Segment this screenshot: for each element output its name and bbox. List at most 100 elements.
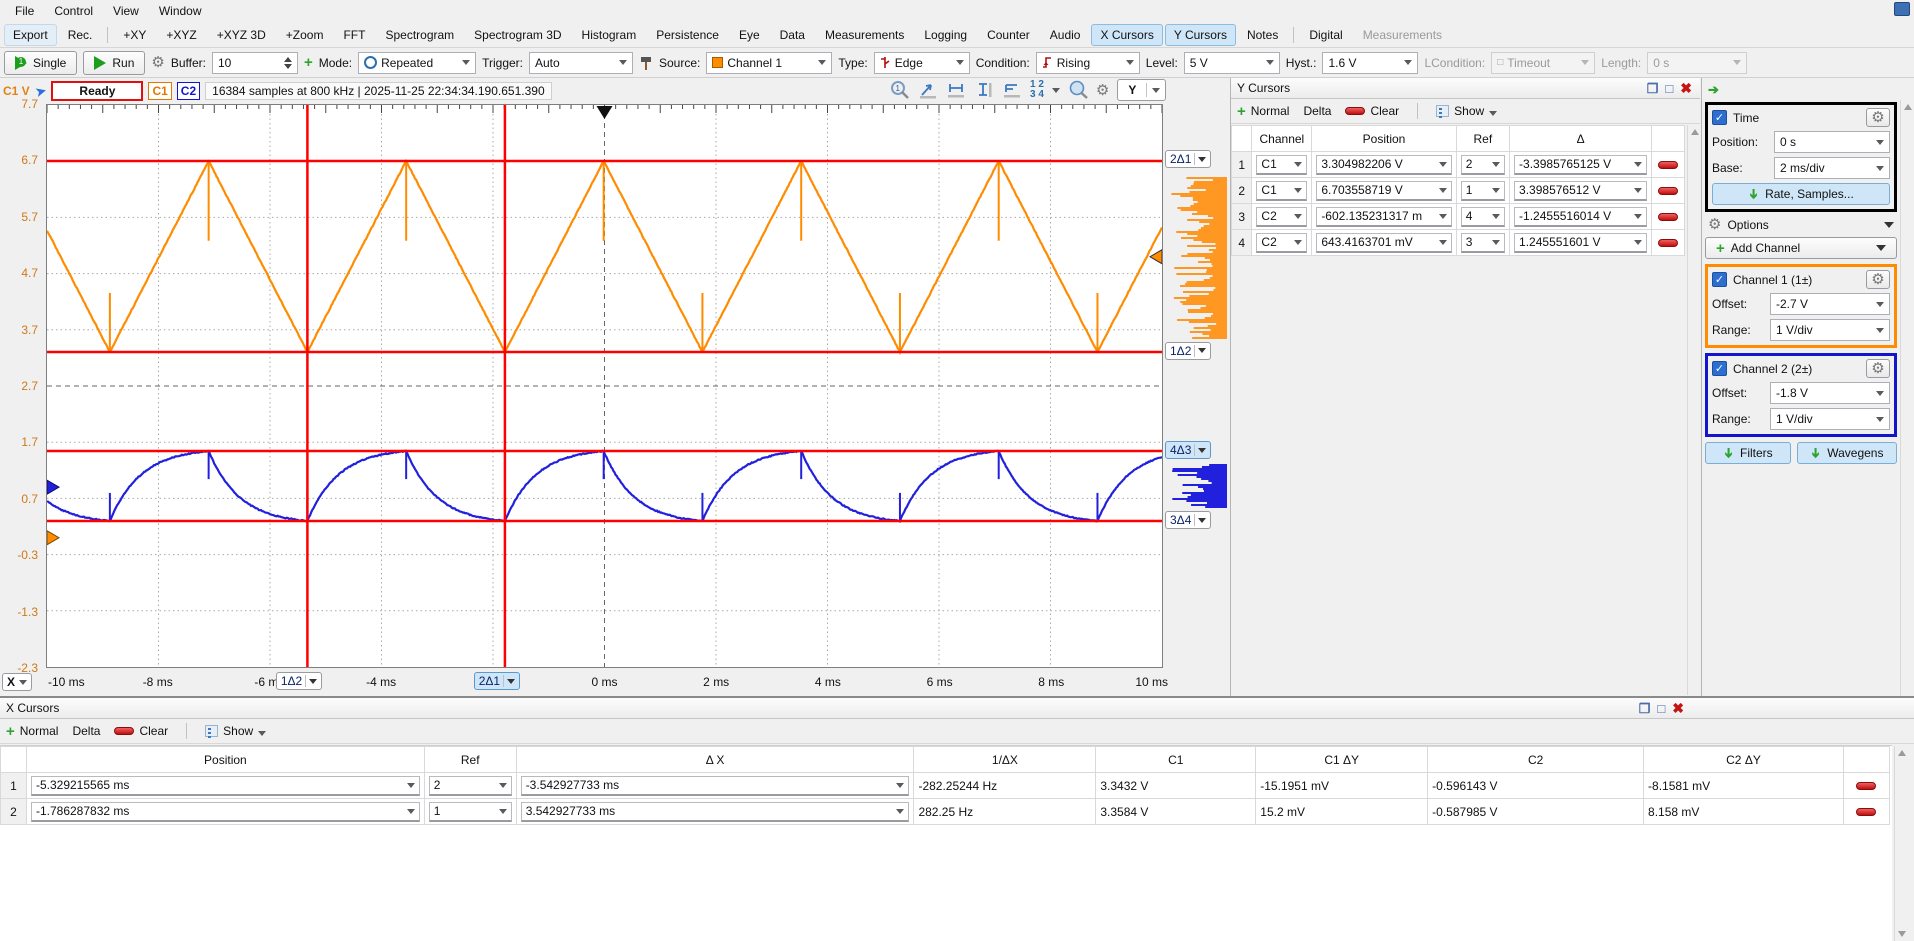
zoom-region-icon[interactable]: 1: [890, 80, 910, 100]
time-gear-button[interactable]: ⚙: [1866, 108, 1890, 127]
tools-chevron-icon[interactable]: [1052, 88, 1060, 93]
tab-counter[interactable]: Counter: [978, 24, 1039, 46]
y-ref-select[interactable]: 1: [1461, 181, 1505, 201]
menu-file[interactable]: File: [6, 2, 43, 20]
y-position-select[interactable]: 3.304982206 V: [1316, 155, 1451, 175]
y-channel-select[interactable]: C1: [1256, 155, 1307, 175]
x-show-button[interactable]: Show: [205, 724, 266, 738]
x-ref-select[interactable]: 1: [429, 802, 512, 822]
x-delta-button-1Δ2[interactable]: 1Δ2: [276, 672, 322, 690]
length-select[interactable]: 0 s: [1647, 52, 1747, 74]
x-position-select[interactable]: -5.329215565 ms: [31, 776, 420, 796]
app-window-icon[interactable]: [1894, 2, 1910, 16]
menu-control[interactable]: Control: [45, 2, 102, 20]
run-button[interactable]: Run: [83, 51, 145, 75]
channel1-badge[interactable]: C1: [148, 82, 171, 100]
y-delta-select[interactable]: -1.2455516014 V: [1514, 207, 1647, 227]
channel2-badge[interactable]: C2: [177, 82, 200, 100]
scroll-up-icon[interactable]: [1904, 104, 1912, 110]
y-ref-select[interactable]: 2: [1461, 155, 1505, 175]
trigger-select[interactable]: Auto: [529, 52, 633, 74]
x-cursors-scrollbar[interactable]: [1894, 746, 1907, 941]
remove-cursor-button[interactable]: [1658, 213, 1678, 221]
measure-width-icon[interactable]: [946, 81, 966, 99]
hysteresis-select[interactable]: 1.6 V: [1322, 52, 1418, 74]
tab-measurements[interactable]: Measurements: [816, 24, 913, 46]
tab-export[interactable]: Export: [4, 24, 57, 46]
tab--xyz-3d[interactable]: +XYZ 3D: [208, 24, 275, 46]
lcondition-select[interactable]: □ Timeout: [1491, 52, 1595, 74]
remove-cursor-button[interactable]: [1658, 239, 1678, 247]
single-button[interactable]: 1 Single: [4, 51, 77, 75]
tab-spectrogram-3d[interactable]: Spectrogram 3D: [465, 24, 570, 46]
buffer-spin-arrows[interactable]: [284, 57, 292, 69]
restore-window-icon[interactable]: ❐: [1647, 81, 1659, 97]
tab--zoom[interactable]: +Zoom: [277, 24, 333, 46]
remove-cursor-button[interactable]: [1856, 782, 1876, 790]
x-dx-select[interactable]: -3.542927733 ms: [521, 776, 910, 796]
y-delta-button[interactable]: Delta: [1303, 104, 1331, 118]
source-select[interactable]: Channel 1: [706, 52, 832, 74]
tab-rec-[interactable]: Rec.: [59, 24, 102, 46]
time-position-select[interactable]: 0 s: [1774, 131, 1890, 153]
y-cursors-scrollbar[interactable]: [1687, 125, 1700, 695]
channel2-offset-select[interactable]: -1.8 V: [1770, 382, 1890, 404]
wavegens-button[interactable]: ➔ Wavegens: [1797, 442, 1897, 464]
y-delta-button-3Δ4[interactable]: 3Δ4: [1165, 511, 1211, 529]
channel1-range-select[interactable]: 1 V/div: [1770, 319, 1890, 341]
x-position-select[interactable]: -1.786287832 ms: [31, 802, 420, 822]
channel2-gear-button[interactable]: ⚙: [1866, 359, 1890, 378]
mode-select[interactable]: Repeated: [358, 52, 476, 74]
rate-samples-button[interactable]: ➔ Rate, Samples...: [1712, 183, 1890, 205]
measure-corner-icon[interactable]: [1002, 81, 1022, 99]
tab-histogram[interactable]: Histogram: [573, 24, 646, 46]
y-normal-button[interactable]: +Normal: [1237, 104, 1289, 118]
remove-cursor-button[interactable]: [1658, 187, 1678, 195]
measure-height-icon[interactable]: [974, 81, 994, 99]
channel2-range-select[interactable]: 1 V/div: [1770, 408, 1890, 430]
level-select[interactable]: 5 V: [1184, 52, 1280, 74]
condition-select[interactable]: Rising: [1036, 52, 1140, 74]
buffer-spinner[interactable]: 10: [212, 52, 298, 74]
plot-settings-gear-icon[interactable]: ⚙: [1096, 83, 1109, 98]
settings-scrollbar[interactable]: [1900, 100, 1913, 696]
zoom-fit-icon[interactable]: [1068, 80, 1088, 100]
y-position-select[interactable]: 643.4163701 mV: [1316, 233, 1451, 253]
tab-y-cursors[interactable]: Y Cursors: [1165, 24, 1236, 46]
scroll-up-icon[interactable]: [1898, 750, 1906, 756]
tab-measurements[interactable]: Measurements: [1354, 24, 1451, 46]
maximize-window-icon[interactable]: □: [1665, 81, 1673, 96]
scroll-up-icon[interactable]: [1691, 129, 1699, 135]
x-ref-select[interactable]: 2: [429, 776, 512, 796]
x-dx-select[interactable]: 3.542927733 ms: [521, 802, 910, 822]
y-channel-select[interactable]: C2: [1256, 233, 1307, 253]
remove-cursor-button[interactable]: [1658, 161, 1678, 169]
tab-x-cursors[interactable]: X Cursors: [1091, 24, 1162, 46]
close-window-icon[interactable]: ✖: [1672, 700, 1684, 717]
buffer-gear-icon[interactable]: ⚙: [151, 55, 164, 70]
y-delta-button-2Δ1[interactable]: 2Δ1: [1165, 150, 1211, 168]
y-channel-select[interactable]: C2: [1256, 207, 1307, 227]
tab-audio[interactable]: Audio: [1041, 24, 1090, 46]
x-clear-button[interactable]: Clear: [114, 724, 168, 738]
channel1-offset-select[interactable]: -2.7 V: [1770, 293, 1890, 315]
y-delta-select[interactable]: 3.398576512 V: [1514, 181, 1647, 201]
options-row[interactable]: ⚙ Options: [1705, 217, 1897, 232]
y-clear-button[interactable]: Clear: [1345, 104, 1399, 118]
type-select[interactable]: Edge: [874, 52, 970, 74]
add-channel-button[interactable]: + Add Channel: [1705, 237, 1897, 259]
waveform-plot[interactable]: [46, 104, 1163, 668]
green-arrow-icon[interactable]: ➔: [1708, 82, 1719, 98]
quad-zoom-icon[interactable]: 1 2 3 4: [1030, 80, 1044, 100]
y-channel-select[interactable]: C1: [1256, 181, 1307, 201]
tab--xy[interactable]: +XY: [114, 24, 155, 46]
add-acquisition-icon[interactable]: +: [304, 56, 313, 69]
close-window-icon[interactable]: ✖: [1680, 80, 1692, 97]
tab-persistence[interactable]: Persistence: [647, 24, 728, 46]
y-position-select[interactable]: -602.135231317 m: [1316, 207, 1451, 227]
channel1-gear-button[interactable]: ⚙: [1866, 270, 1890, 289]
y-delta-select[interactable]: 1.245551601 V: [1514, 233, 1647, 253]
time-base-select[interactable]: 2 ms/div: [1774, 157, 1890, 179]
scroll-down-icon[interactable]: [1898, 931, 1906, 937]
measure-pointer-icon[interactable]: [918, 81, 938, 99]
